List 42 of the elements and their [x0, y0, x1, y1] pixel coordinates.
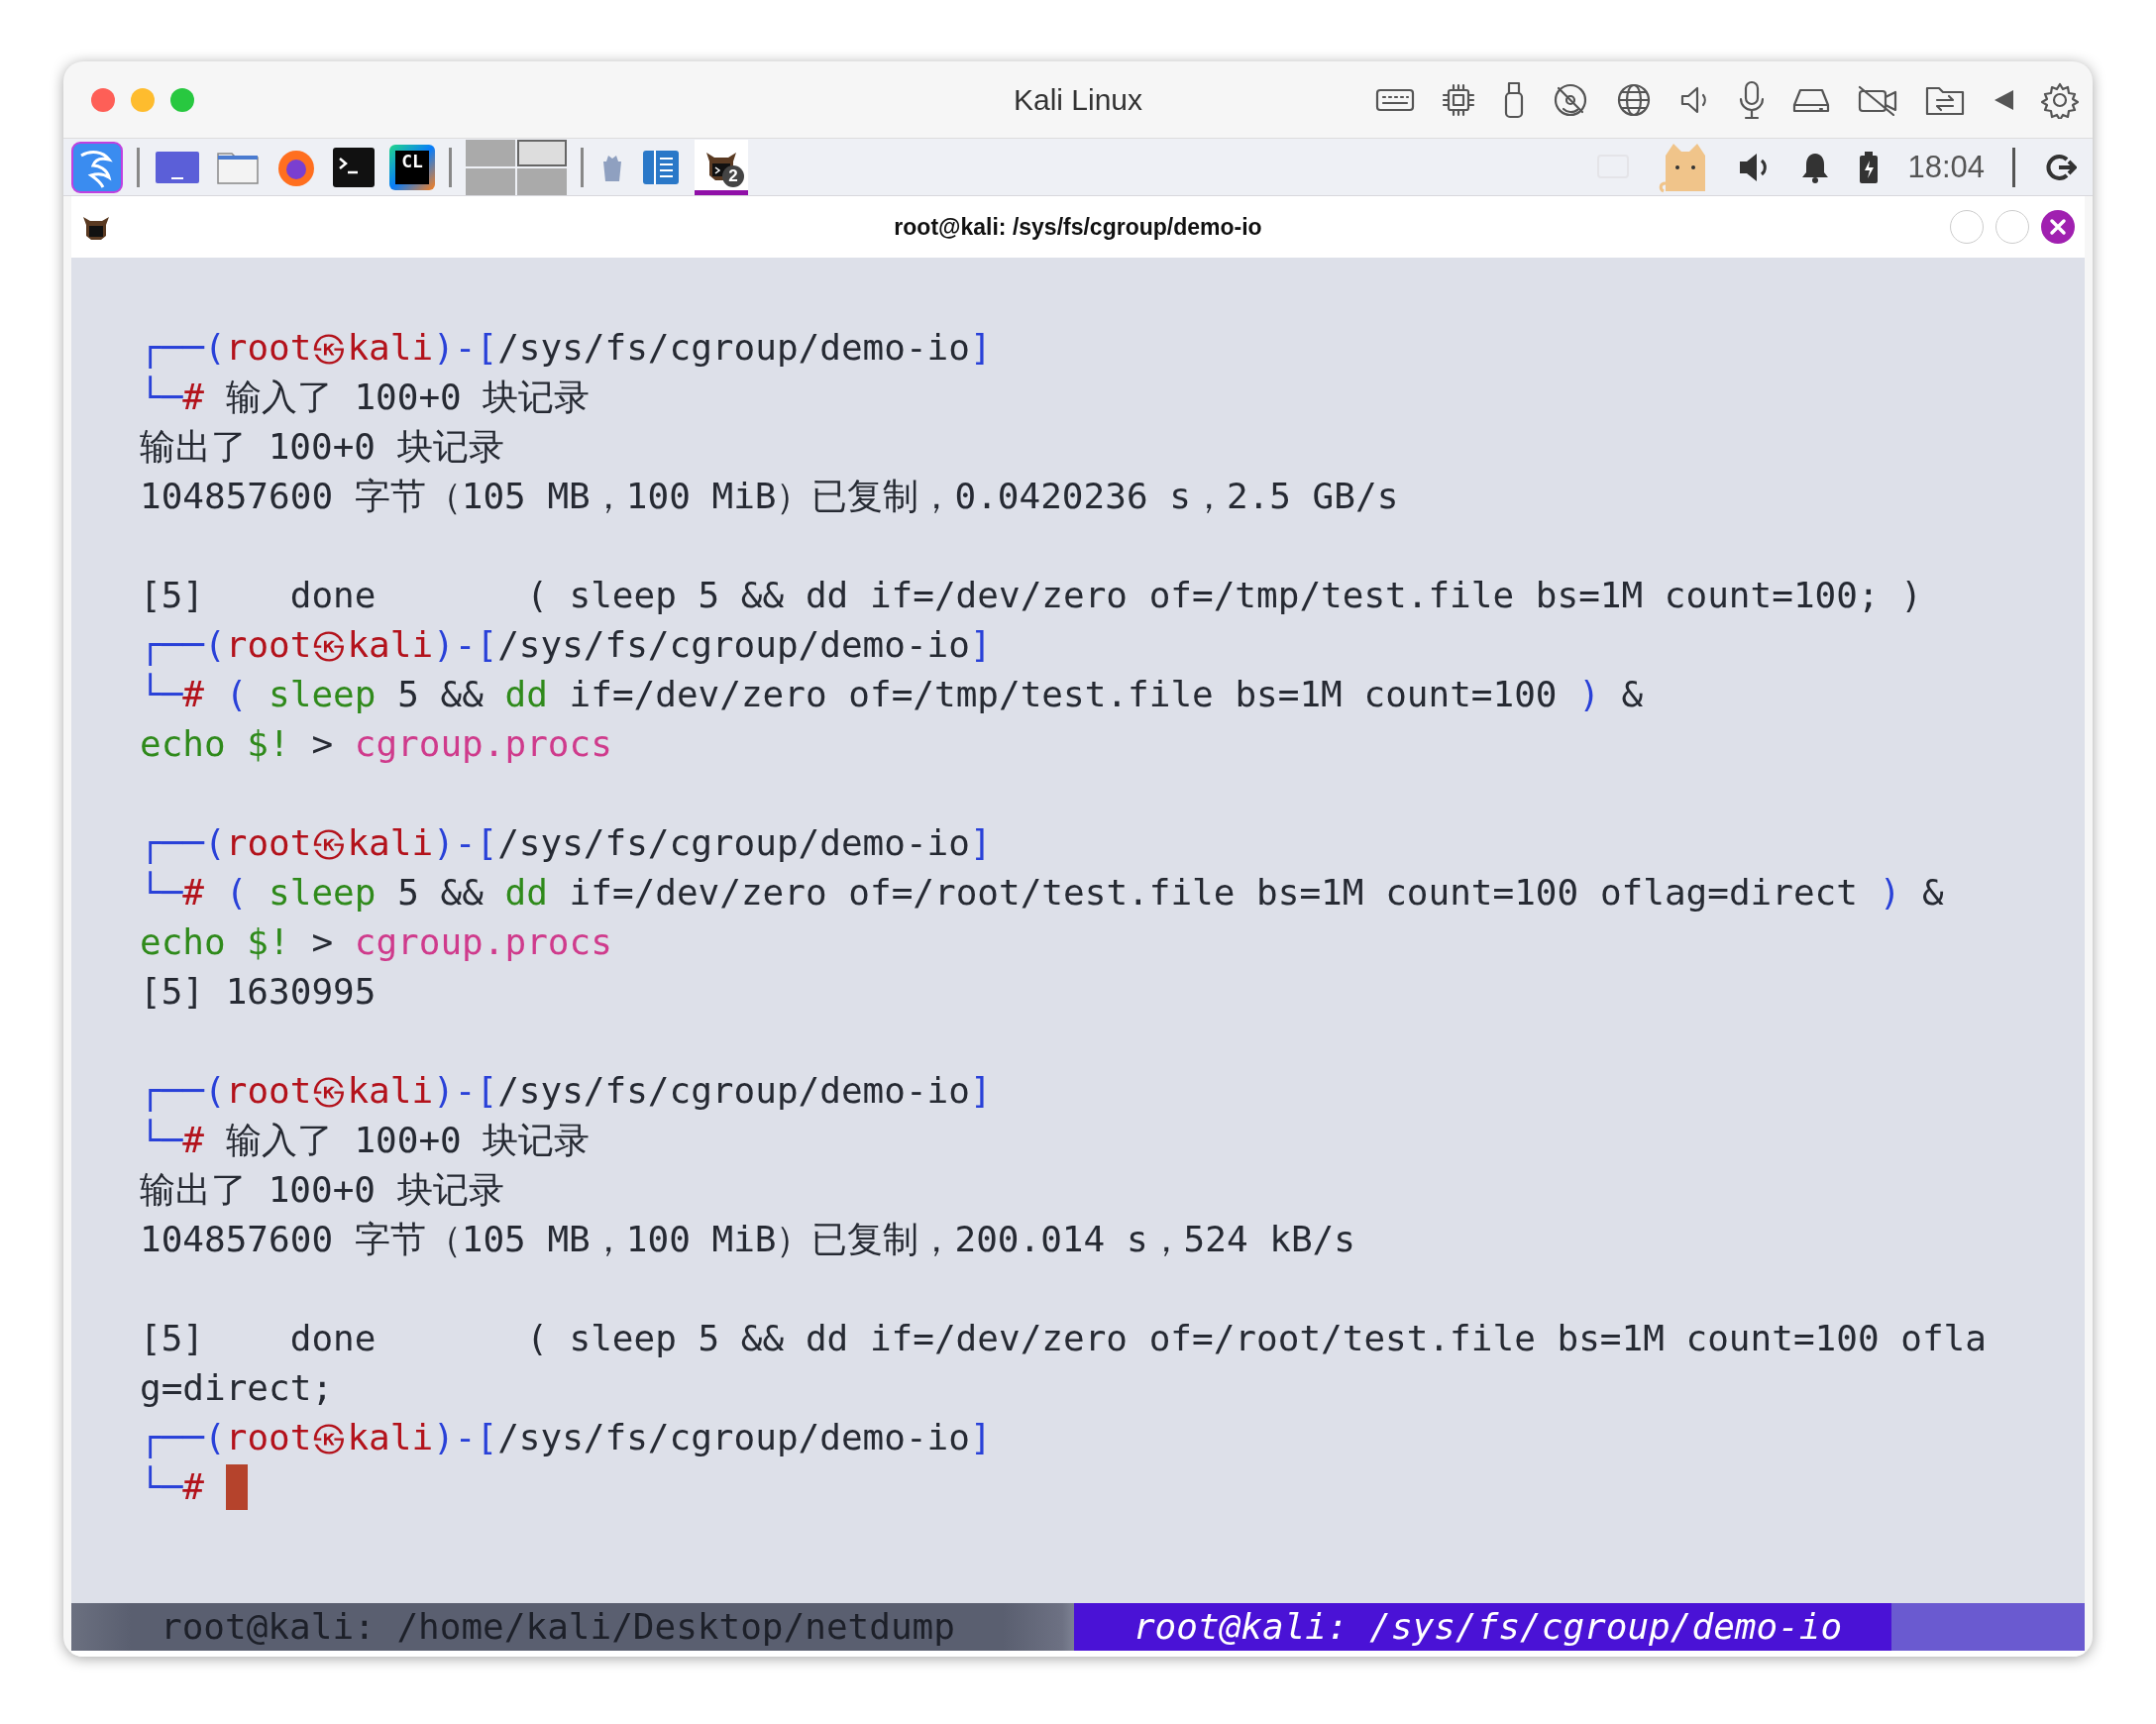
terminal-line: 104857600 字节（105 MB，100 MiB）已复制，0.0420236 s，2.5 GB/s — [140, 475, 1399, 518]
window-title: Kali Linux — [1013, 82, 1143, 116]
terminal-line: ┌──(root㉿kali)-[/sys/fs/cgroup/demo-io] — [140, 326, 992, 371]
terminal-session-tab[interactable]: root@kali: /sys/fs/cgroup/demo-io — [1073, 1603, 1892, 1651]
terminal-line: └─# — [140, 1464, 206, 1509]
terminal-line: └─# 输入了 100+0 块记录 — [140, 375, 591, 419]
terminal-icon[interactable] — [332, 146, 376, 188]
terminal-line: ┌──(root㉿kali)-[/sys/fs/cgroup/demo-io] — [140, 1069, 992, 1114]
terminal-line: 输出了 100+0 块记录 — [140, 1168, 504, 1212]
workspace-tile[interactable] — [517, 167, 567, 195]
terminal-line: echo $! > cgroup.procs — [140, 920, 612, 964]
settings-icon[interactable] — [2041, 80, 2079, 119]
terminal-line: 104857600 字节（105 MB，100 MiB）已复制，200.014 s，524 kB/s — [140, 1218, 1355, 1261]
usb-drive-icon — [1502, 80, 1526, 119]
workspace-tile[interactable] — [517, 139, 567, 166]
terminal-line: └─# 输入了 100+0 块记录 — [140, 1118, 591, 1162]
terminal-line: [5] done ( sleep 5 && dd if=/dev/zero of=/tmp/test.file bs=1M count=100; ) — [140, 574, 1922, 617]
battery-icon[interactable] — [1858, 150, 1881, 184]
camera-crossed-icon — [1857, 83, 1898, 116]
dragon-icon[interactable] — [71, 141, 123, 193]
taskbar-window-button[interactable]: 2 — [695, 139, 748, 195]
terminal-line: └─# ( sleep 5 && dd if=/dev/zero of=/tmp/test.file bs=1M count=100 ) & — [140, 672, 1644, 716]
clock-time[interactable]: 18:04 — [1907, 149, 1985, 185]
terminal-line: ┌──(root㉿kali)-[/sys/fs/cgroup/demo-io] — [140, 623, 992, 668]
terminal-line: g=direct; — [140, 1366, 334, 1410]
terminal-line: 输出了 100+0 块记录 — [140, 425, 504, 469]
terminal-line: └─# ( sleep 5 && dd if=/dev/zero of=/root/test.file bs=1M count=100 oflag=direct ) & — [140, 870, 1944, 915]
terminal-line: [5] done ( sleep 5 && dd if=/dev/zero of=/root/test.file bs=1M count=100 ofla — [140, 1317, 1987, 1360]
chip-icon — [1441, 81, 1476, 118]
terminal-line: ┌──(root㉿kali)-[/sys/fs/cgroup/demo-io] — [140, 1416, 992, 1460]
terminal-line: ┌──(root㉿kali)-[/sys/fs/cgroup/demo-io] — [140, 821, 992, 866]
microphone-icon — [1738, 79, 1766, 120]
workspace-tile[interactable] — [466, 167, 515, 195]
close-button[interactable] — [91, 87, 115, 112]
terminal-line: echo $! > cgroup.procs — [140, 722, 612, 766]
close-icon[interactable] — [2041, 210, 2075, 244]
window-count-badge: 2 — [722, 164, 744, 187]
ide-app-icon[interactable]: CL — [389, 144, 435, 190]
keyboard-icon — [1375, 86, 1415, 113]
terminal-title: root@kali: /sys/fs/cgroup/demo-io — [894, 213, 1262, 240]
terminal-line: [5] 1630995 — [140, 970, 377, 1014]
workspace-tile[interactable] — [466, 139, 515, 166]
